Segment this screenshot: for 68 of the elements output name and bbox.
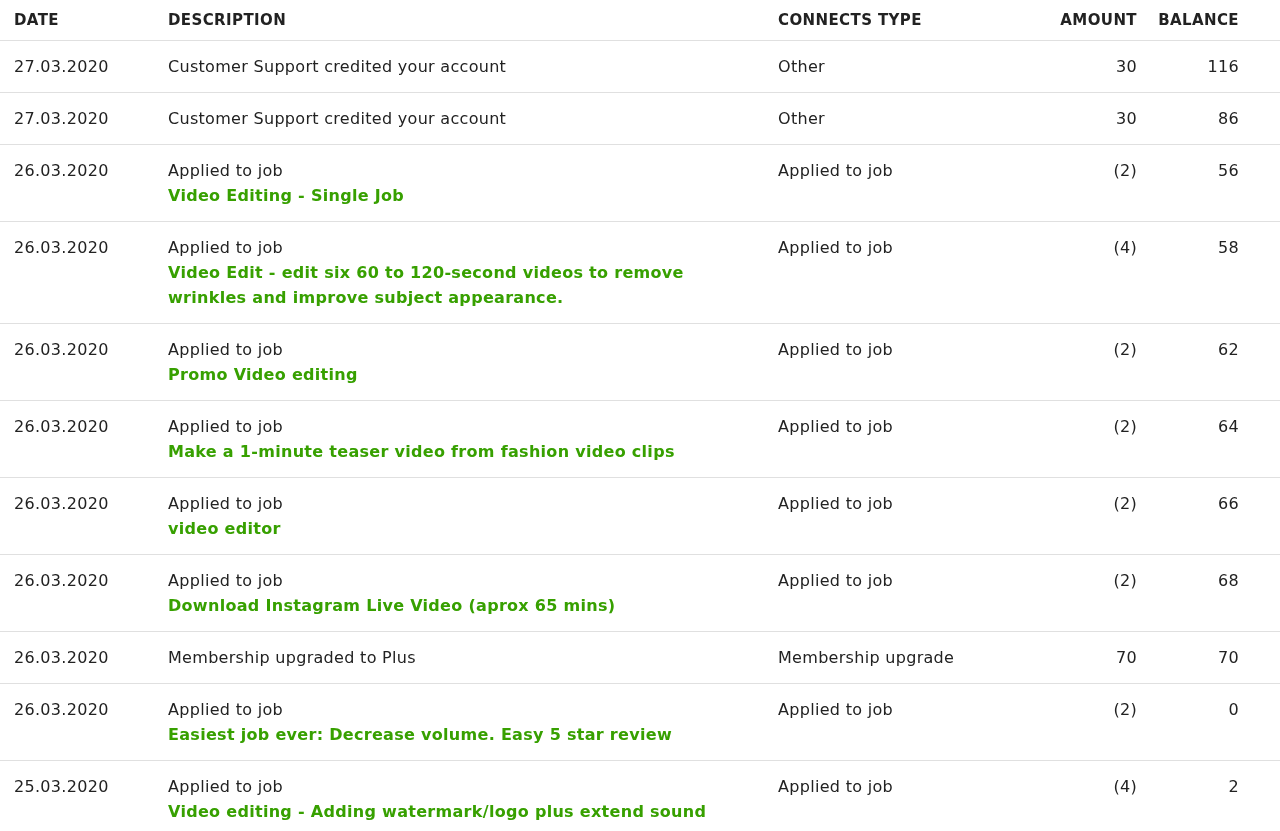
type-cell-text: Applied to job: [778, 237, 894, 259]
description-text: Applied to job: [168, 339, 283, 361]
balance-cell-text: 62: [1217, 339, 1239, 361]
column-header: DATE: [14, 11, 60, 29]
amount-cell-text: (4): [1112, 776, 1137, 798]
amount-cell-text: (2): [1112, 416, 1137, 438]
date-cell-text: 26.03.2020: [14, 493, 110, 515]
amount-cell-text: (2): [1112, 699, 1137, 721]
job-link[interactable]: Promo Video editing: [168, 362, 358, 387]
date-cell-text: 26.03.2020: [14, 570, 110, 592]
amount-cell-text: 30: [1115, 56, 1137, 78]
type-cell-text: Applied to job: [778, 776, 894, 798]
balance-cell-text: 86: [1217, 108, 1239, 130]
job-link[interactable]: Video Editing - Single Job: [168, 183, 405, 208]
date-cell-text: 26.03.2020: [14, 647, 110, 669]
description-text: Membership upgraded to Plus: [168, 647, 416, 669]
amount-cell-text: 70: [1115, 647, 1137, 669]
type-cell-text: Other: [778, 56, 826, 78]
amount-cell-text: (2): [1112, 570, 1137, 592]
type-cell-text: Membership upgrade: [778, 647, 956, 669]
column-header: DESCRIPTION: [168, 11, 288, 29]
description-text: Customer Support credited your account: [168, 56, 507, 78]
column-header: AMOUNT: [1059, 11, 1137, 29]
job-link[interactable]: video editor: [168, 516, 281, 541]
amount-cell-text: (2): [1112, 160, 1137, 182]
balance-cell-text: 116: [1206, 56, 1239, 78]
amount-cell-text: 30: [1115, 108, 1137, 130]
date-cell-text: 27.03.2020: [14, 56, 110, 78]
description-text: Applied to job: [168, 776, 283, 798]
job-link[interactable]: Video Edit - edit six 60 to 120-second videos to remove wrinkles and improve subject appearance.: [168, 260, 708, 310]
balance-cell-text: 64: [1217, 416, 1239, 438]
type-cell-text: Applied to job: [778, 493, 894, 515]
date-cell-text: 26.03.2020: [14, 416, 110, 438]
job-link[interactable]: Download Instagram Live Video (aprox 65 mins): [168, 593, 616, 618]
type-cell-text: Applied to job: [778, 160, 894, 182]
job-link[interactable]: Video editing - Adding watermark/logo plus extend sound: [168, 799, 707, 824]
amount-cell-text: (2): [1112, 339, 1137, 361]
balance-cell-text: 68: [1217, 570, 1239, 592]
description-text: Applied to job: [168, 699, 283, 721]
balance-cell-text: 66: [1217, 493, 1239, 515]
type-cell-text: Applied to job: [778, 339, 894, 361]
date-cell-text: 25.03.2020: [14, 776, 110, 798]
balance-cell-text: 56: [1217, 160, 1239, 182]
type-cell-text: Other: [778, 108, 826, 130]
type-cell-text: Applied to job: [778, 416, 894, 438]
job-link[interactable]: Make a 1-minute teaser video from fashion video clips: [168, 439, 675, 464]
column-header: CONNECTS TYPE: [778, 11, 923, 29]
balance-cell-text: 70: [1217, 647, 1239, 669]
balance-cell-text: 58: [1217, 237, 1239, 259]
amount-cell-text: (2): [1112, 493, 1137, 515]
balance-cell-text: 0: [1227, 699, 1239, 721]
job-link[interactable]: Easiest job ever: Decrease volume. Easy 5 star review: [168, 722, 672, 747]
description-text: Applied to job: [168, 570, 283, 592]
type-cell-text: Applied to job: [778, 699, 894, 721]
date-cell-text: 26.03.2020: [14, 339, 110, 361]
description-text: Applied to job: [168, 237, 283, 259]
description-text: Customer Support credited your account: [168, 108, 507, 130]
description-text: Applied to job: [168, 160, 283, 182]
balance-cell-text: 2: [1227, 776, 1239, 798]
date-cell-text: 27.03.2020: [14, 108, 110, 130]
type-cell-text: Applied to job: [778, 570, 894, 592]
description-text: Applied to job: [168, 493, 283, 515]
amount-cell-text: (4): [1112, 237, 1137, 259]
date-cell-text: 26.03.2020: [14, 699, 110, 721]
column-header: BALANCE: [1157, 11, 1239, 29]
description-text: Applied to job: [168, 416, 283, 438]
date-cell-text: 26.03.2020: [14, 237, 110, 259]
date-cell-text: 26.03.2020: [14, 160, 110, 182]
